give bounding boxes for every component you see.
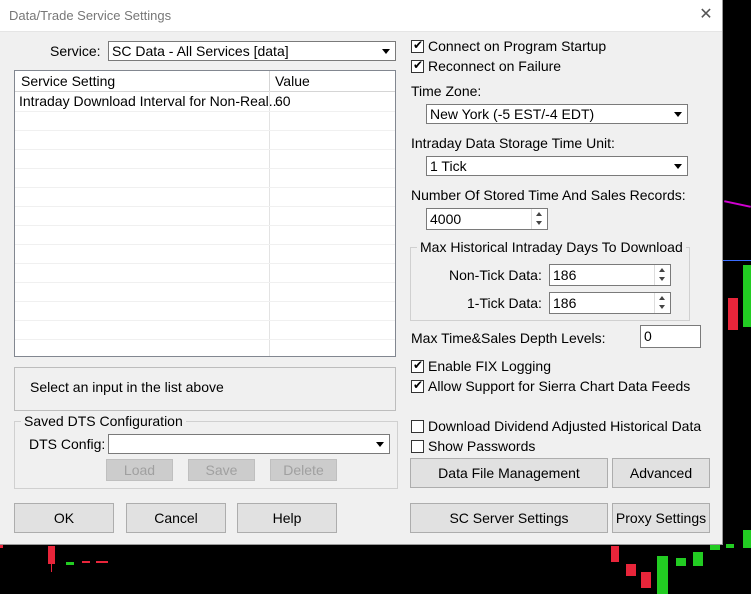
one-tick-value: 186 (553, 295, 577, 311)
timezone-label: Time Zone: (411, 83, 482, 99)
column-header-setting[interactable]: Service Setting (15, 71, 270, 91)
help-button[interactable]: Help (237, 503, 337, 533)
depth-levels-label: Max Time&Sales Depth Levels: (411, 330, 606, 346)
chart-candle (0, 545, 3, 548)
service-select[interactable]: SC Data - All Services [data] (108, 41, 396, 61)
column-header-value[interactable]: Value (275, 73, 310, 89)
show-passwords-checkbox[interactable] (411, 440, 424, 453)
spin-up-icon[interactable] (532, 209, 547, 219)
chart-candle (611, 546, 619, 562)
chevron-down-icon[interactable] (373, 437, 387, 451)
cancel-button[interactable]: Cancel (126, 503, 226, 533)
delete-button[interactable]: Delete (270, 459, 337, 481)
chart-candle (66, 562, 74, 565)
one-tick-spinner[interactable] (654, 293, 670, 313)
table-header: Service Setting Value (15, 71, 395, 92)
non-tick-input[interactable]: 186 (549, 264, 671, 286)
stored-records-input[interactable]: 4000 (426, 208, 548, 230)
timezone-select[interactable]: New York (-5 EST/-4 EDT) (426, 104, 688, 124)
show-passwords-label[interactable]: Show Passwords (428, 438, 535, 454)
stored-records-label: Number Of Stored Time And Sales Records: (411, 187, 686, 203)
dividend-checkbox[interactable] (411, 420, 424, 433)
service-settings-table: Service Setting Value Intraday Download … (14, 70, 396, 357)
chart-candle (657, 556, 668, 594)
saved-dts-title: Saved DTS Configuration (21, 413, 186, 429)
stored-records-value: 4000 (430, 211, 462, 227)
chart-candle (82, 561, 90, 563)
timezone-value: New York (-5 EST/-4 EDT) (430, 106, 595, 122)
reconnect-checkbox[interactable] (411, 58, 424, 73)
proxy-settings-button[interactable]: Proxy Settings (612, 503, 710, 533)
chart-line (724, 200, 751, 208)
service-label: Service: (50, 43, 101, 59)
one-tick-label: 1-Tick Data: (467, 295, 542, 311)
chart-candle (641, 572, 651, 588)
close-icon[interactable]: ✕ (696, 5, 716, 25)
depth-levels-value: 0 (644, 328, 652, 344)
spin-down-icon[interactable] (532, 219, 547, 229)
service-select-value: SC Data - All Services [data] (112, 43, 289, 59)
non-tick-spinner[interactable] (654, 265, 670, 285)
chart-candle (743, 530, 751, 548)
sc-server-settings-button[interactable]: SC Server Settings (410, 503, 608, 533)
sierra-feeds-label[interactable]: Allow Support for Sierra Chart Data Feed… (428, 378, 690, 394)
fix-logging-label[interactable]: Enable FIX Logging (428, 358, 551, 374)
chart-wick (51, 560, 52, 572)
table-row[interactable]: Intraday Download Interval for Non-Real.… (15, 92, 395, 111)
stored-records-spinner[interactable] (531, 209, 547, 229)
historical-days-title: Max Historical Intraday Days To Download (417, 239, 686, 255)
depth-levels-input[interactable]: 0 (640, 325, 701, 348)
dts-config-label: DTS Config: (29, 436, 106, 452)
title-bar: Data/Trade Service Settings ✕ (0, 0, 722, 32)
data-file-management-button[interactable]: Data File Management (410, 458, 608, 488)
chart-candle (676, 558, 686, 566)
storage-unit-value: 1 Tick (430, 158, 467, 174)
chart-candle (626, 564, 636, 576)
setting-cell: Intraday Download Interval for Non-Real.… (19, 93, 281, 109)
non-tick-label: Non-Tick Data: (449, 267, 542, 283)
chart-candle (728, 298, 738, 330)
setting-hint: Select an input in the list above (30, 379, 224, 395)
window-title: Data/Trade Service Settings (9, 8, 172, 23)
spin-up-icon[interactable] (655, 265, 670, 275)
load-button[interactable]: Load (106, 459, 173, 481)
connect-startup-checkbox[interactable] (411, 38, 424, 53)
chart-candle (743, 265, 751, 327)
reconnect-label[interactable]: Reconnect on Failure (428, 58, 561, 74)
spin-down-icon[interactable] (655, 275, 670, 285)
column-header-label: Service Setting (21, 73, 116, 89)
connect-startup-label[interactable]: Connect on Program Startup (428, 38, 606, 54)
dts-config-select[interactable] (108, 434, 390, 454)
non-tick-value: 186 (553, 267, 577, 283)
advanced-button[interactable]: Advanced (612, 458, 710, 488)
one-tick-input[interactable]: 186 (549, 292, 671, 314)
chevron-down-icon[interactable] (671, 107, 685, 121)
chart-candle (693, 552, 703, 566)
settings-dialog: Data/Trade Service Settings ✕ Service: S… (0, 0, 723, 545)
chevron-down-icon[interactable] (671, 159, 685, 173)
storage-unit-select[interactable]: 1 Tick (426, 156, 688, 176)
chart-candle (96, 561, 108, 563)
dividend-label[interactable]: Download Dividend Adjusted Historical Da… (428, 418, 701, 434)
value-cell: 60 (275, 93, 291, 109)
save-button[interactable]: Save (188, 459, 255, 481)
chart-line (722, 260, 751, 261)
setting-description-box: Select an input in the list above (14, 367, 396, 411)
spin-down-icon[interactable] (655, 303, 670, 313)
fix-logging-checkbox[interactable] (411, 358, 424, 373)
storage-unit-label: Intraday Data Storage Time Unit: (411, 135, 615, 151)
ok-button[interactable]: OK (14, 503, 114, 533)
spin-up-icon[interactable] (655, 293, 670, 303)
chart-candle (726, 544, 734, 548)
sierra-feeds-checkbox[interactable] (411, 378, 424, 393)
chevron-down-icon[interactable] (379, 44, 393, 58)
